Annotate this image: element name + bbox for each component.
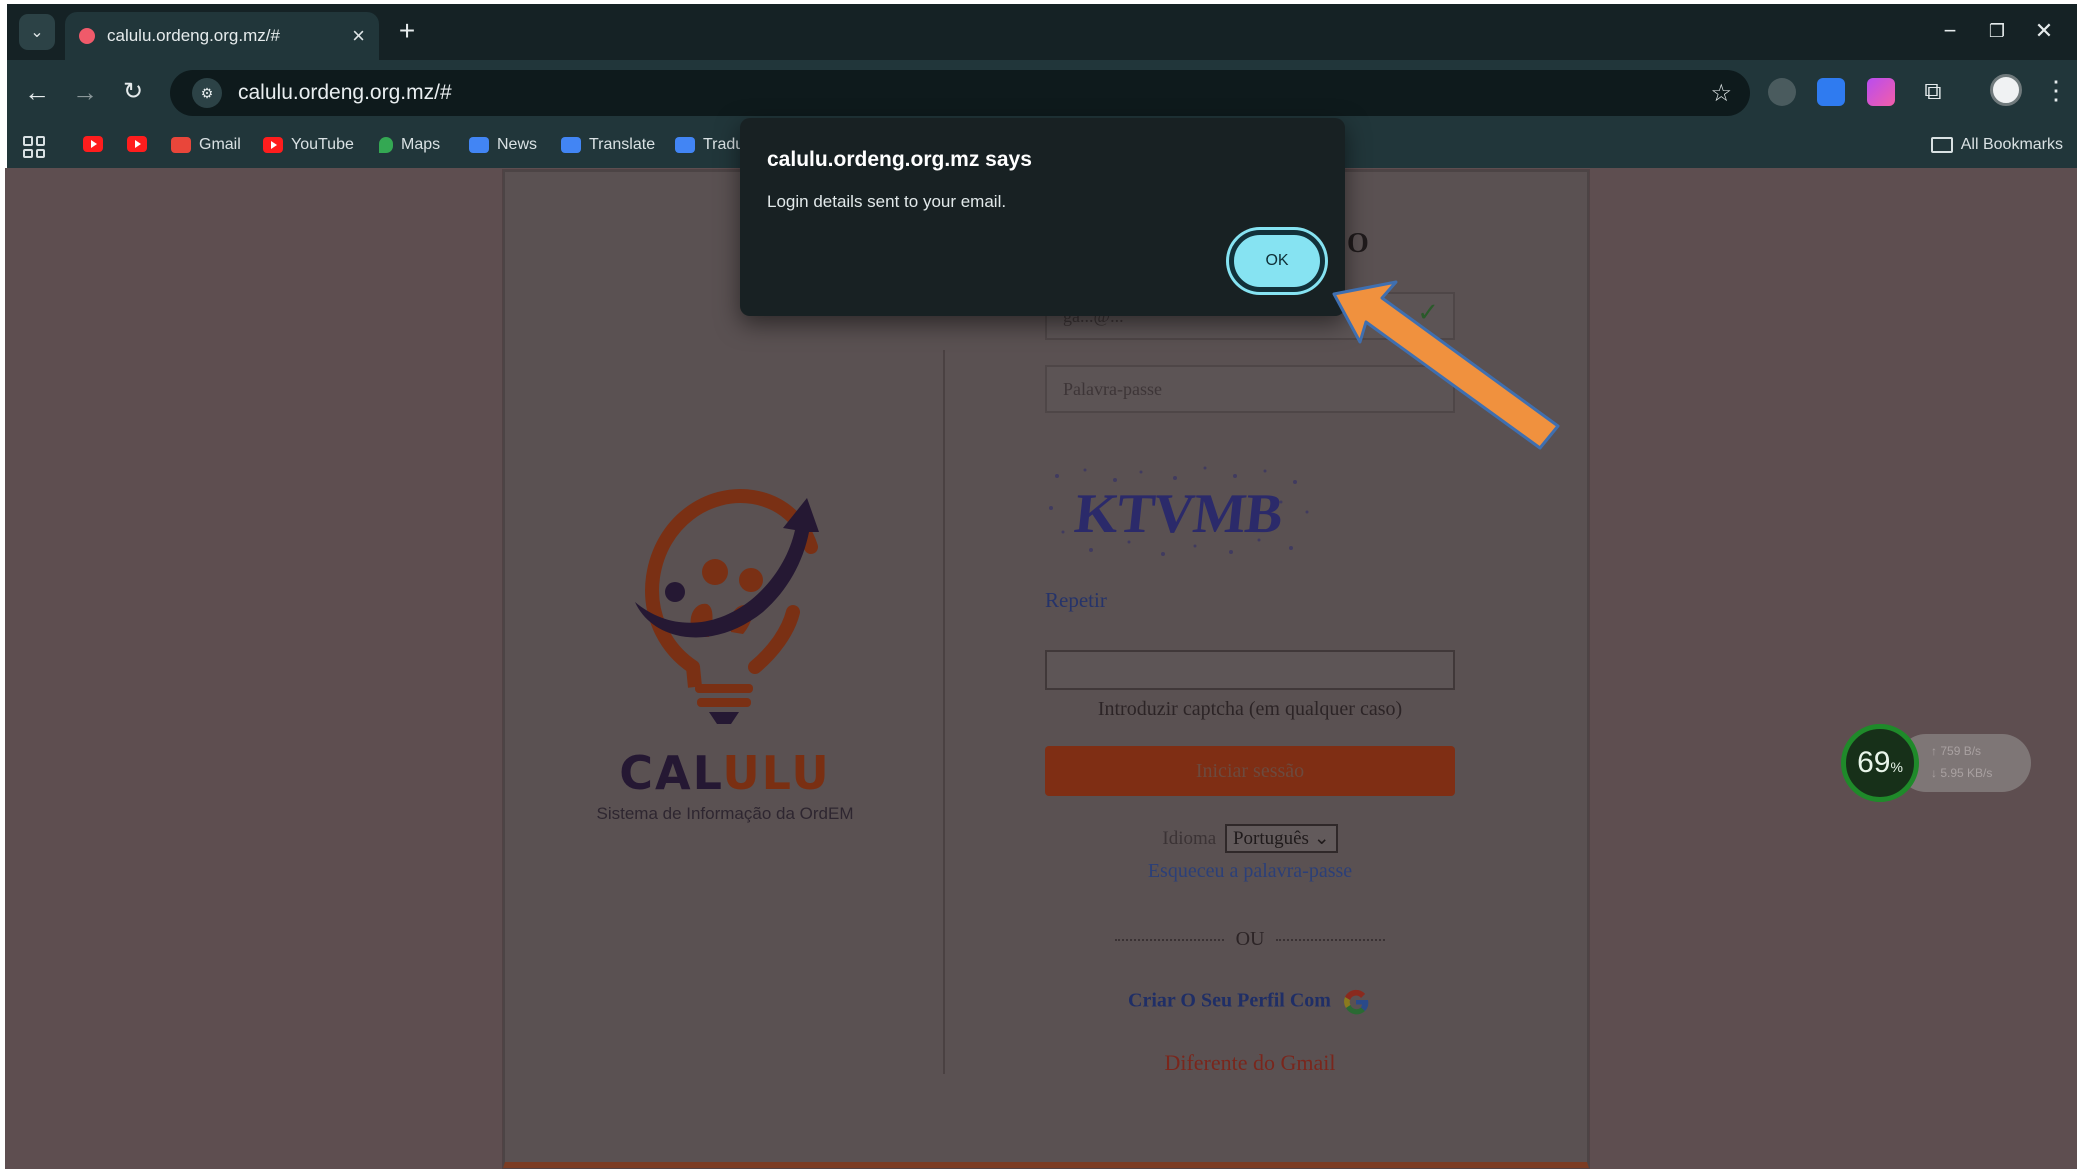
all-bookmarks-button[interactable]: All Bookmarks [1930, 136, 2063, 154]
tab-title: calulu.ordeng.org.mz/# [107, 26, 280, 45]
screen: ⌄ calulu.ordeng.org.mz/# × + − ❐ ✕ ← → ↻… [0, 0, 2077, 1169]
forgot-password-link[interactable]: Esqueceu a palavra-passe [1045, 860, 1455, 883]
alert-title: calulu.ordeng.org.mz says [767, 148, 1032, 171]
alert-message: Login details sent to your email. [767, 192, 1007, 211]
news-icon [469, 137, 489, 153]
reload-button[interactable]: ↻ [113, 72, 153, 112]
bookmark-tradutor[interactable]: Tradu [675, 136, 744, 154]
captcha-image: KTVMB [1045, 462, 1319, 562]
gmail-icon [171, 137, 191, 153]
or-separator: OU [1115, 928, 1386, 951]
other-email-link[interactable]: Diferente do Gmail [1045, 1050, 1455, 1076]
logo-subtitle: Sistema de Informação da OrdEM [596, 804, 854, 823]
forward-button[interactable]: → [65, 72, 105, 112]
extension-download-icon[interactable] [1817, 78, 1845, 106]
login-heading: O [1347, 228, 1369, 259]
restore-button[interactable]: ❐ [1977, 14, 2017, 48]
language-row: Idioma Português ⌄ [1045, 824, 1455, 853]
annotation-arrow-icon [1332, 280, 1560, 450]
memory-usage-gauge: 69% [1841, 724, 1919, 802]
apps-grid-icon[interactable] [23, 136, 45, 158]
translate-icon [675, 137, 695, 153]
tab-strip: ⌄ calulu.ordeng.org.mz/# × + − ❐ ✕ [7, 4, 2077, 60]
site-info-icon[interactable]: ⚙ [192, 78, 222, 108]
new-tab-button[interactable]: + [391, 16, 423, 48]
bookmark-youtube-1[interactable] [83, 136, 111, 152]
translate-icon [561, 137, 581, 153]
minimize-button[interactable]: − [1930, 14, 1970, 48]
logo-wordmark: CALULU [619, 746, 831, 800]
calulu-logo [635, 489, 819, 724]
language-label: Idioma [1162, 828, 1217, 849]
extension-shield-icon[interactable] [1768, 78, 1796, 106]
captcha-hint: Introduzir captcha (em qualquer caso) [1097, 698, 1403, 720]
bookmark-star-icon[interactable]: ☆ [1710, 79, 1732, 108]
captcha-refresh-link[interactable]: Repetir [1045, 588, 1107, 613]
folder-icon [1930, 137, 1953, 153]
password-placeholder: Palavra-passe [1063, 379, 1162, 399]
download-speed: 5.95 KB/s [1940, 766, 1993, 780]
back-button[interactable]: ← [17, 72, 57, 112]
google-signup-link[interactable]: Criar O Seu Perfil Com [1045, 986, 1455, 1018]
close-window-button[interactable]: ✕ [2024, 14, 2064, 48]
bookmark-news[interactable]: News [469, 136, 537, 154]
captcha-text: KTVMB [1071, 483, 1285, 545]
url-text: calulu.ordeng.org.mz/# [238, 81, 452, 104]
site-favicon-icon [79, 28, 95, 44]
tab-close-icon[interactable]: × [352, 23, 365, 49]
maps-icon [379, 137, 393, 153]
browser-menu-icon[interactable]: ⋮ [2043, 72, 2069, 108]
youtube-icon [263, 137, 283, 153]
bookmark-youtube-2[interactable] [127, 136, 155, 152]
alert-dialog: calulu.ordeng.org.mz says Login details … [740, 118, 1345, 316]
profile-avatar[interactable] [1990, 74, 2022, 106]
login-button[interactable]: Iniciar sessão [1045, 746, 1455, 796]
bookmark-youtube[interactable]: YouTube [263, 136, 354, 154]
page-viewport: CALULU Sistema de Informação da OrdEM O … [5, 168, 2077, 1169]
tab-active[interactable]: calulu.ordeng.org.mz/# × [65, 12, 379, 60]
youtube-icon [127, 136, 147, 152]
youtube-icon [83, 136, 103, 152]
extensions-puzzle-icon[interactable]: ⧉ [1919, 78, 1947, 106]
upload-speed: 759 B/s [1940, 744, 1982, 758]
google-icon [1344, 989, 1369, 1015]
tab-search-button[interactable]: ⌄ [19, 14, 55, 50]
extension-color-icon[interactable] [1867, 78, 1895, 106]
card-divider [943, 350, 945, 1074]
bookmark-gmail[interactable]: Gmail [171, 136, 241, 154]
alert-ok-button[interactable]: OK [1229, 230, 1325, 292]
language-select[interactable]: Português ⌄ [1224, 824, 1338, 853]
network-speed-widget[interactable]: ↑ 759 B/s ↓ 5.95 KB/s 69% [1841, 724, 2031, 802]
bookmark-translate[interactable]: Translate [561, 136, 655, 154]
bookmark-maps[interactable]: Maps [379, 136, 440, 154]
captcha-input[interactable] [1045, 650, 1455, 690]
address-bar[interactable]: ⚙ calulu.ordeng.org.mz/# ☆ [170, 70, 1750, 116]
